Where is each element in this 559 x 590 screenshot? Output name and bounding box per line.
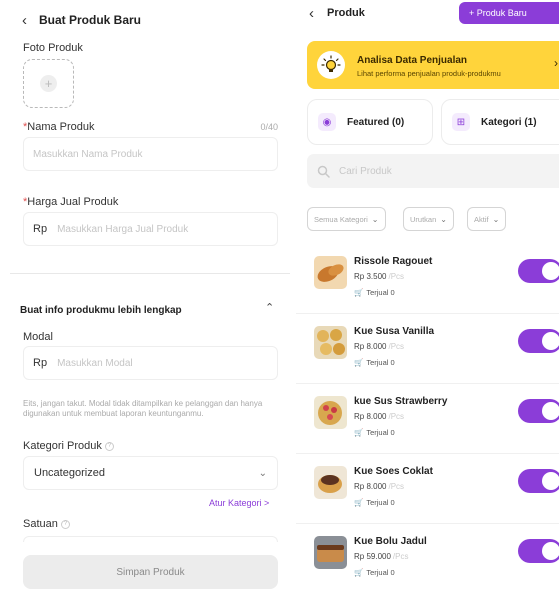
more-info-section-title: Buat info produkmu lebih lengkap <box>20 305 182 316</box>
sales-analysis-banner[interactable]: Analisa Data Penjualan Lihat performa pe… <box>307 41 559 89</box>
chevron-down-icon: ⌄ <box>371 214 379 224</box>
chevron-up-icon[interactable]: ⌃ <box>265 301 274 314</box>
product-sold: 🛒 Terjual 0 <box>354 288 395 297</box>
list-item[interactable]: Rissole Ragouet Rp 3.500/Pcs 🛒 Terjual 0 <box>296 244 559 314</box>
lightbulb-icon <box>317 51 345 79</box>
currency-prefix: Rp <box>33 223 48 235</box>
chevron-down-icon: ⌄ <box>440 214 447 224</box>
unit-field[interactable] <box>23 536 278 542</box>
selling-price-label: *Harga Jual Produk <box>23 196 119 208</box>
active-toggle[interactable] <box>518 469 559 493</box>
product-sold: 🛒 Terjual 0 <box>354 568 395 577</box>
category-selected-value: Uncategorized <box>34 467 105 479</box>
product-sold: 🛒 Terjual 0 <box>354 358 395 367</box>
product-list-header: ‹ Produk + Produk Baru <box>296 0 559 28</box>
search-input[interactable] <box>339 165 539 177</box>
active-toggle[interactable] <box>518 259 559 283</box>
product-price: Rp 8.000/Pcs <box>354 412 405 421</box>
product-name-input[interactable] <box>33 148 268 160</box>
product-price: Rp 8.000/Pcs <box>354 342 405 351</box>
cart-icon: 🛒 <box>354 498 364 507</box>
trophy-icon: ◉ <box>318 113 336 131</box>
manage-category-link[interactable]: Atur Kategori > <box>209 498 269 508</box>
list-item[interactable]: kue Sus Strawberry Rp 8.000/Pcs 🛒 Terjual… <box>296 384 559 454</box>
add-product-button[interactable]: + Produk Baru <box>459 2 559 24</box>
product-thumbnail <box>314 536 347 569</box>
cart-icon: 🛒 <box>354 568 364 577</box>
product-list: Rissole Ragouet Rp 3.500/Pcs 🛒 Terjual 0 … <box>296 244 559 590</box>
active-toggle[interactable] <box>518 539 559 563</box>
cart-icon: 🛒 <box>354 288 364 297</box>
photo-upload-box[interactable]: + <box>23 59 74 108</box>
banner-subtitle: Lihat performa penjualan produk-produkmu <box>357 69 501 78</box>
product-name: Kue Soes Coklat <box>354 466 433 477</box>
featured-label: Featured (0) <box>347 116 405 128</box>
capital-input[interactable] <box>57 357 268 369</box>
product-thumbnail <box>314 256 347 289</box>
photo-label: Foto Produk <box>23 42 83 54</box>
featured-card[interactable]: ◉ Featured (0) <box>307 99 433 145</box>
filter-sort[interactable]: Urutkan ⌄ <box>403 207 454 231</box>
search-bar[interactable] <box>307 154 559 188</box>
product-price: Rp 59.000/Pcs <box>354 552 409 561</box>
category-label: Kategori (1) <box>481 116 537 128</box>
chevron-right-icon: › <box>554 56 558 70</box>
currency-prefix: Rp <box>33 357 48 369</box>
product-name: Rissole Ragouet <box>354 256 433 267</box>
product-name-counter: 0/40 <box>260 122 278 132</box>
banner-title: Analisa Data Penjualan <box>357 55 468 66</box>
help-icon: ? <box>60 519 70 529</box>
cart-icon: 🛒 <box>354 358 364 367</box>
active-toggle[interactable] <box>518 329 559 353</box>
active-toggle[interactable] <box>518 399 559 423</box>
back-arrow-icon[interactable]: ‹ <box>309 5 314 22</box>
category-select[interactable]: Uncategorized ⌄ <box>23 456 278 490</box>
list-item[interactable]: Kue Soes Coklat Rp 8.000/Pcs 🛒 Terjual 0 <box>296 454 559 524</box>
selling-price-input[interactable] <box>57 223 268 235</box>
back-arrow-icon[interactable]: ‹ <box>22 13 27 28</box>
help-icon: ? <box>104 441 114 451</box>
product-name: Kue Susa Vanilla <box>354 326 435 337</box>
product-name: Kue Bolu Jadul <box>354 536 427 547</box>
cart-icon: 🛒 <box>354 428 364 437</box>
save-product-button[interactable]: Simpan Produk <box>23 555 278 589</box>
create-product-header: ‹ Buat Produk Baru <box>0 0 290 40</box>
section-divider <box>10 273 290 274</box>
product-thumbnail <box>314 466 347 499</box>
product-name: kue Sus Strawberry <box>354 396 448 407</box>
filter-active[interactable]: Aktif ⌄ <box>467 207 507 231</box>
product-thumbnail <box>314 326 347 359</box>
search-icon <box>317 165 330 178</box>
page-title: Buat Produk Baru <box>39 13 142 27</box>
product-sold: 🛒 Terjual 0 <box>354 498 395 507</box>
capital-label: Modal <box>23 331 53 343</box>
filter-category-label: Semua Kategori <box>314 214 368 224</box>
selling-price-field[interactable]: Rp <box>23 212 278 246</box>
plus-icon: + <box>40 75 57 92</box>
filter-active-label: Aktif <box>474 214 489 224</box>
create-product-panel: ‹ Buat Produk Baru Foto Produk + *Nama P… <box>0 0 290 590</box>
chevron-down-icon: ⌄ <box>258 467 267 479</box>
product-name-field[interactable] <box>23 137 278 171</box>
filter-category[interactable]: Semua Kategori ⌄ <box>307 207 386 231</box>
category-label: Kategori Produk? <box>23 440 114 452</box>
product-price: Rp 3.500/Pcs <box>354 272 405 281</box>
page-title: Produk <box>327 7 365 19</box>
product-list-panel: ‹ Produk + Produk Baru Analisa Data Penj… <box>296 0 559 590</box>
product-price: Rp 8.000/Pcs <box>354 482 405 491</box>
product-name-label: *Nama Produk <box>23 121 95 133</box>
product-thumbnail <box>314 396 347 429</box>
capital-hint: Eits, jangan takut. Modal tidak ditampil… <box>23 399 263 418</box>
list-item[interactable]: Kue Susa Vanilla Rp 8.000/Pcs 🛒 Terjual 0 <box>296 314 559 384</box>
category-card[interactable]: ⊞ Kategori (1) <box>441 99 559 145</box>
product-sold: 🛒 Terjual 0 <box>354 428 395 437</box>
capital-field[interactable]: Rp <box>23 346 278 380</box>
list-item[interactable]: Kue Bolu Jadul Rp 59.000/Pcs 🛒 Terjual 0 <box>296 524 559 590</box>
chevron-down-icon: ⌄ <box>492 214 500 224</box>
filter-sort-label: Urutkan <box>410 214 437 224</box>
grid-icon: ⊞ <box>452 113 470 131</box>
unit-label: Satuan? <box>23 518 70 530</box>
